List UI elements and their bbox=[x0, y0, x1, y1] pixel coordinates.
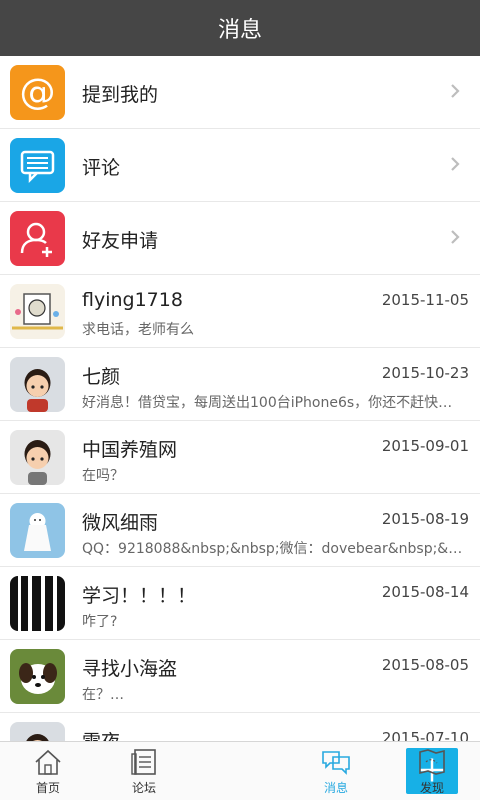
tab-label: 发现 bbox=[419, 781, 444, 795]
message-date: 2015-08-19 bbox=[381, 510, 469, 528]
message-icon bbox=[322, 751, 350, 775]
cartoon-girl-avatar bbox=[10, 430, 65, 485]
message-date: 2015-09-01 bbox=[381, 437, 469, 455]
tab-messages[interactable]: 消息 bbox=[288, 742, 384, 800]
contact-name: 雪夜 bbox=[82, 731, 121, 742]
chevron-right-icon bbox=[451, 157, 460, 171]
at-icon: @ bbox=[10, 65, 65, 120]
message-date: 2015-08-14 bbox=[381, 583, 469, 601]
tab-home[interactable]: 首页 bbox=[0, 742, 96, 800]
menu-item-label: 好友申请 bbox=[82, 230, 159, 252]
page-title: 消息 bbox=[217, 18, 262, 43]
dog-avatar bbox=[10, 649, 65, 704]
sketch-avatar bbox=[10, 284, 65, 339]
discover-map-icon bbox=[419, 749, 445, 775]
forum-icon bbox=[131, 749, 156, 775]
tab-label: 论坛 bbox=[131, 781, 156, 795]
cartoon-girl-avatar bbox=[10, 722, 65, 742]
conversation-row[interactable]: 寻找小海盗 2015-08-05 在？… bbox=[0, 640, 480, 713]
message-list[interactable]: @ 提到我的 评论 好友申请 flying1718 2015-11-05 求电话… bbox=[0, 56, 480, 742]
bottom-tab-bar: 首页 论坛 消息 发现 bbox=[0, 741, 480, 800]
conversation-row[interactable]: 学习！！！！ 2015-08-14 咋了? bbox=[0, 567, 480, 640]
message-snippet: 咋了? bbox=[82, 614, 118, 630]
message-snippet: 好消息！借贷宝，每周送出100台iPhone6s，你还不赶快… bbox=[82, 395, 453, 411]
message-date: 2015-10-23 bbox=[381, 364, 469, 382]
add-friend-icon bbox=[10, 211, 65, 266]
home-icon bbox=[35, 749, 61, 775]
contact-name: 寻找小海盗 bbox=[82, 658, 178, 680]
conversation-row[interactable]: 七颜 2015-10-23 好消息！借贷宝，每周送出100台iPhone6s，你… bbox=[0, 348, 480, 421]
menu-item-label: 提到我的 bbox=[82, 84, 159, 106]
chevron-right-icon bbox=[451, 84, 460, 98]
conversation-row[interactable]: 雪夜 2015-07-10 bbox=[0, 713, 480, 742]
top-bar: 消息 bbox=[0, 0, 480, 56]
conversation-row[interactable]: 中国养殖网 2015-09-01 在吗？ bbox=[0, 421, 480, 494]
cartoon-girl-avatar bbox=[10, 357, 65, 412]
tab-discover[interactable]: 发现 bbox=[384, 742, 480, 800]
ghost-avatar bbox=[10, 503, 65, 558]
message-date: 2015-08-05 bbox=[381, 656, 469, 674]
contact-name: 中国养殖网 bbox=[82, 439, 178, 461]
menu-item-comments[interactable]: 评论 bbox=[0, 129, 480, 202]
contact-name: flying1718 bbox=[82, 289, 183, 311]
tab-label: 首页 bbox=[35, 781, 60, 795]
message-date: 2015-11-05 bbox=[381, 291, 469, 309]
tab-forum[interactable]: 论坛 bbox=[96, 742, 192, 800]
chevron-right-icon bbox=[451, 230, 460, 244]
menu-item-mentions[interactable]: @ 提到我的 bbox=[0, 56, 480, 129]
message-snippet: 在吗？ bbox=[82, 468, 124, 484]
menu-item-label: 评论 bbox=[82, 157, 121, 179]
stripes-avatar bbox=[10, 576, 65, 631]
message-snippet: QQ：9218088&nbsp;&nbsp;微信：dovebear&nbsp;&… bbox=[82, 541, 466, 557]
tab-compose[interactable] bbox=[192, 742, 458, 800]
contact-name: 七颜 bbox=[82, 366, 121, 388]
svg-text:@: @ bbox=[20, 72, 56, 113]
contact-name: 学习！！！！ bbox=[82, 585, 197, 607]
message-snippet: 求电话，老师有么 bbox=[82, 322, 194, 338]
tab-label: 消息 bbox=[323, 781, 348, 795]
comment-icon bbox=[10, 138, 65, 193]
conversation-row[interactable]: 微风细雨 2015-08-19 QQ：9218088&nbsp;&nbsp;微信… bbox=[0, 494, 480, 567]
contact-name: 微风细雨 bbox=[82, 512, 159, 534]
message-snippet: 在？… bbox=[82, 687, 124, 703]
conversation-row[interactable]: flying1718 2015-11-05 求电话，老师有么 bbox=[0, 275, 480, 348]
menu-item-friend-requests[interactable]: 好友申请 bbox=[0, 202, 480, 275]
